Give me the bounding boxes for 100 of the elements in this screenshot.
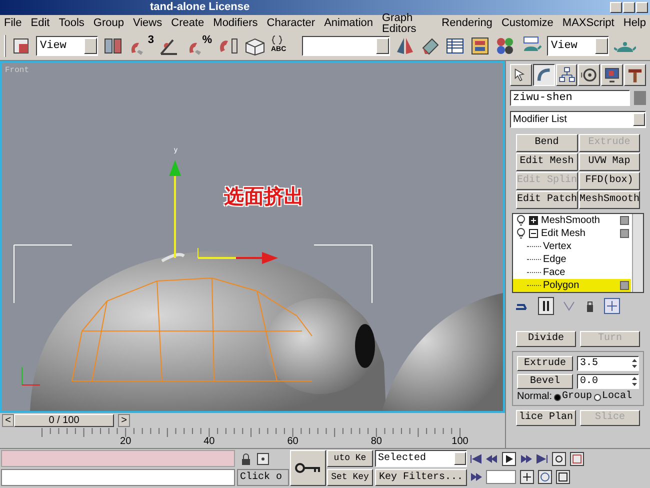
configure-sets-icon[interactable] (604, 298, 620, 314)
modifier-button[interactable]: Edit Mesh (516, 153, 578, 171)
lightbulb-icon[interactable] (516, 215, 526, 226)
maxscript-input-field[interactable] (1, 469, 235, 486)
modifier-stack[interactable]: MeshSmooth Edit Mesh Vertex Edge Face Polygon (512, 213, 644, 293)
menu-item[interactable]: Animation (324, 18, 373, 29)
track-view-icon[interactable] (445, 36, 465, 56)
percent-snap-toggle[interactable]: % (186, 35, 212, 57)
pivot-icon[interactable] (103, 36, 123, 56)
current-frame-field[interactable] (486, 470, 516, 484)
stack-item[interactable]: Edit Mesh (513, 227, 631, 240)
rollout-button[interactable]: Divide (516, 331, 576, 347)
scrollbar[interactable] (632, 214, 643, 292)
collapse-icon[interactable] (529, 229, 538, 238)
menu-item[interactable]: Modifiers (213, 18, 258, 29)
modifier-list-dropdown[interactable]: Modifier List (510, 111, 646, 128)
auto-key-button[interactable]: uto Ke (327, 450, 373, 467)
previous-frame-icon[interactable] (486, 454, 498, 464)
remove-modifier-icon[interactable] (584, 299, 596, 313)
menu-item[interactable]: Character (266, 18, 316, 29)
menu-item[interactable]: Rendering (442, 18, 492, 29)
key-mode-dropdown[interactable]: Selected (375, 450, 467, 467)
zoom-extents-icon[interactable] (570, 452, 584, 466)
radio-option[interactable]: Group (554, 392, 592, 402)
menu-item[interactable]: Group (93, 18, 124, 29)
spinner-arrows-icon[interactable] (631, 358, 638, 369)
extrude-button[interactable]: Extrude (517, 356, 573, 371)
sub-object-level[interactable]: Edge (541, 254, 631, 264)
snap-toggle[interactable]: 3 (128, 35, 154, 57)
frame-number: 80 (370, 437, 382, 447)
display-icon (603, 66, 622, 84)
maxscript-listener-field[interactable] (1, 450, 235, 467)
modifier-button[interactable]: Bend (516, 134, 578, 152)
frame-number: 100 (452, 437, 468, 447)
braces-icon (271, 35, 283, 45)
lock-icon[interactable] (241, 452, 251, 464)
reference-coordinate-dropdown[interactable]: View (36, 36, 98, 56)
object-name-field[interactable]: ziwu-shen (510, 90, 630, 106)
menu-item[interactable]: Tools (58, 18, 84, 29)
sub-object-level[interactable]: Face (541, 268, 631, 278)
play-icon[interactable] (502, 452, 516, 466)
show-end-result-icon[interactable] (538, 297, 554, 315)
stack-item[interactable]: MeshSmooth (513, 214, 631, 227)
value-spinner[interactable]: 3.5 (577, 356, 639, 371)
box-icon[interactable] (244, 36, 266, 56)
spinner-arrows-icon[interactable] (631, 376, 638, 387)
menu-item[interactable]: Edit (30, 18, 50, 29)
menu-item[interactable]: MAXScript (562, 18, 614, 29)
minimize-button[interactable] (610, 2, 622, 13)
menu-item[interactable]: Create (171, 18, 204, 29)
next-frame-button[interactable]: > (118, 414, 130, 427)
object-color-swatch[interactable] (634, 91, 646, 105)
radio-option[interactable]: Local (594, 392, 632, 402)
menu-item[interactable]: Help (623, 18, 646, 29)
panel-tab[interactable] (532, 64, 555, 86)
motion-icon (580, 66, 598, 84)
frame-number: 20 (120, 437, 132, 447)
menu-item[interactable]: Customize (501, 18, 554, 29)
set-key-button[interactable] (290, 450, 326, 486)
spinner-snap-icon[interactable] (217, 36, 239, 56)
align-icon[interactable] (420, 36, 440, 56)
rollout-button[interactable]: lice Plan (516, 410, 576, 426)
value-spinner[interactable]: 0.0 (577, 374, 639, 389)
menu-item[interactable]: Views (132, 18, 162, 29)
material-spheres-icon[interactable] (495, 36, 515, 56)
bevel-button[interactable]: Bevel (517, 374, 573, 389)
sub-object-level[interactable]: Vertex (541, 242, 631, 252)
menu-item[interactable]: Graph Editors (382, 12, 433, 34)
previous-frame-button[interactable]: < (2, 414, 14, 427)
go-to-end-icon[interactable] (536, 454, 548, 464)
close-button[interactable] (636, 2, 648, 13)
render-view-dropdown[interactable]: View (547, 36, 609, 56)
frame-number: 40 (204, 437, 215, 447)
time-slider-thumb[interactable]: 0 / 100 (14, 414, 114, 427)
lightbulb-icon[interactable] (516, 228, 526, 239)
arc-rotate-icon[interactable] (538, 470, 552, 484)
next-frame-icon[interactable] (520, 454, 532, 464)
modifier-button[interactable]: UVW Map (578, 153, 640, 171)
schematic-view-icon[interactable] (470, 36, 490, 56)
pan-icon[interactable] (520, 470, 534, 484)
select-object-icon[interactable] (11, 36, 31, 56)
set-key-mode-button[interactable]: Set Key (327, 469, 373, 486)
stack-toggle[interactable] (620, 281, 629, 290)
key-mode-toggle-icon[interactable] (470, 472, 482, 482)
menu-item[interactable]: File (4, 18, 22, 29)
go-to-start-icon[interactable] (470, 454, 482, 464)
modifier-button[interactable]: MeshSmooth (578, 191, 640, 209)
key-filters-button[interactable]: Key Filters... (375, 469, 467, 486)
mirror-icon[interactable] (395, 36, 415, 56)
named-selection-dropdown[interactable] (302, 36, 390, 56)
maximize-viewport-icon[interactable] (556, 470, 570, 484)
modifier-button[interactable]: FFD(box) (578, 172, 640, 190)
maximize-button[interactable] (623, 2, 635, 13)
absolute-mode-icon[interactable] (257, 452, 269, 464)
frame-number: 60 (287, 437, 298, 447)
expand-icon[interactable] (529, 216, 538, 225)
key-icon (295, 462, 321, 474)
normal-label: Normal: (517, 392, 552, 402)
modifier-button[interactable]: Edit Patch (516, 191, 578, 209)
zoom-icon[interactable] (552, 452, 566, 466)
